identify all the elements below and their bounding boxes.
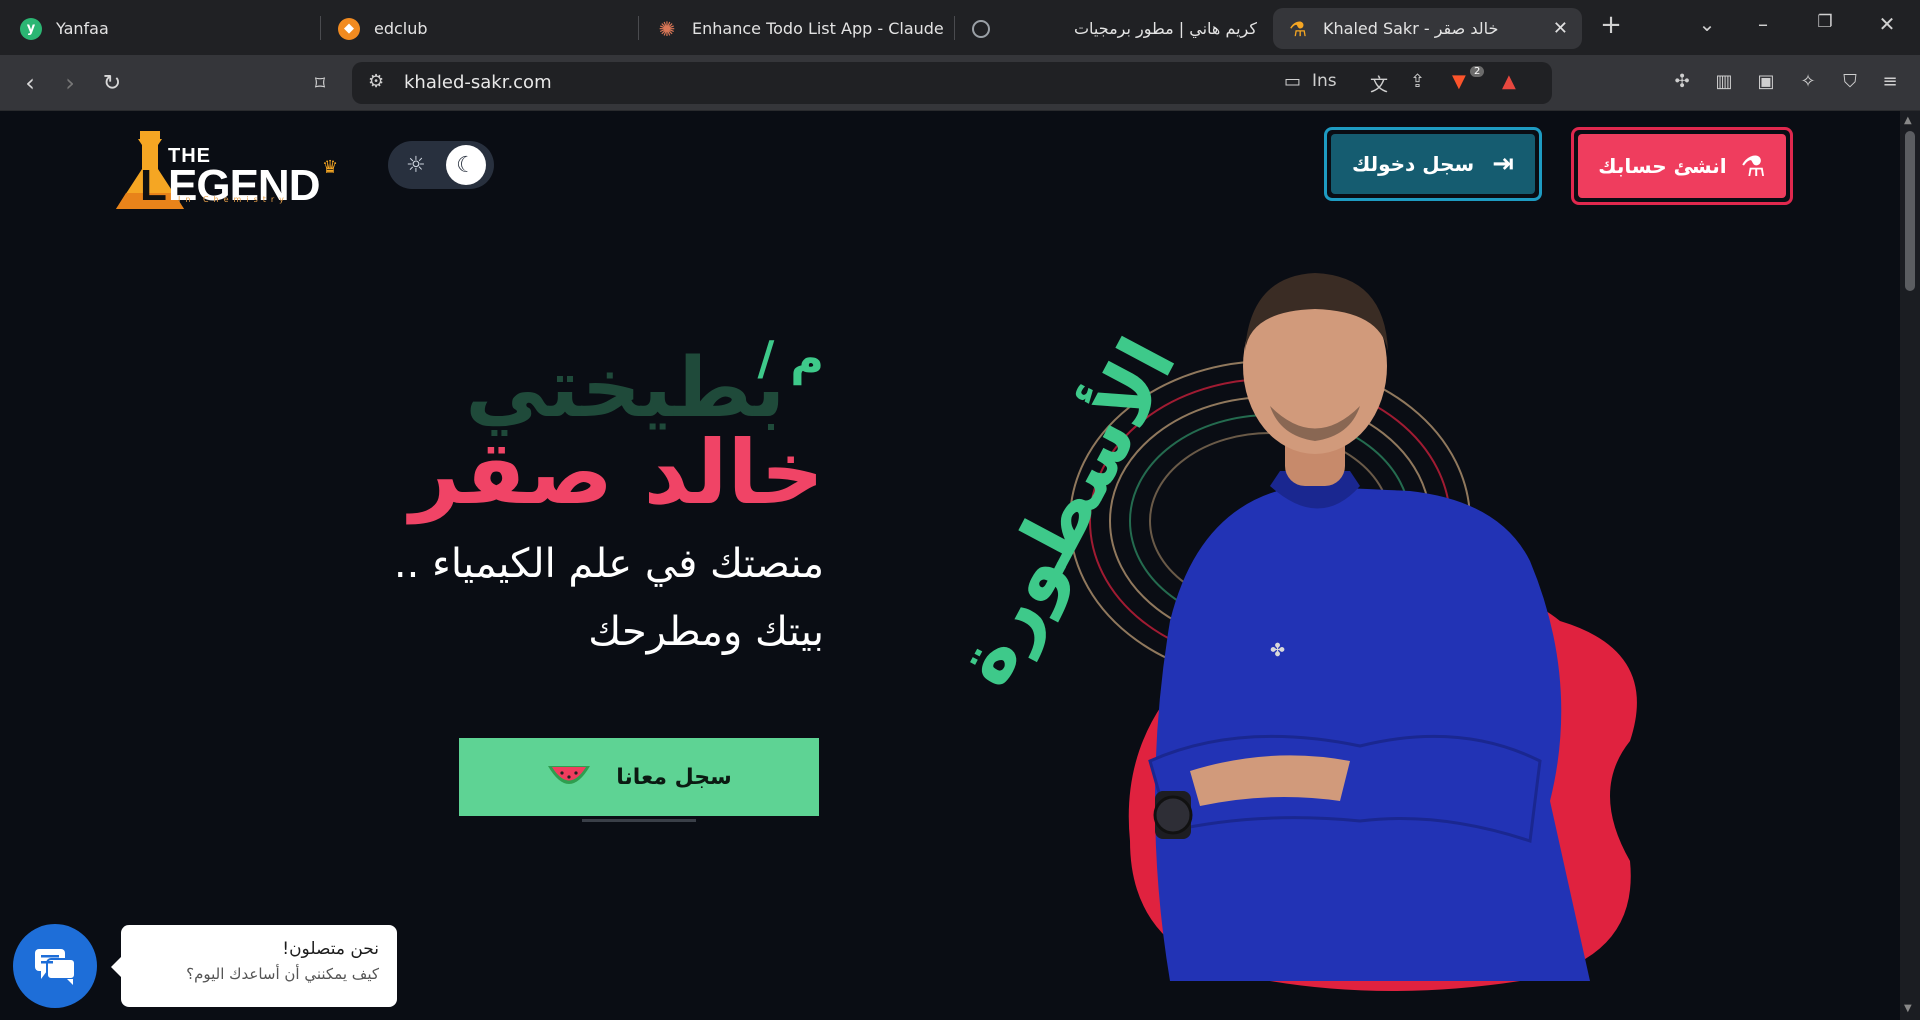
- svg-text:✤: ✤: [1270, 640, 1285, 661]
- tab-title: Yanfaa: [56, 19, 109, 38]
- brave-count-badge: 2: [1470, 66, 1485, 77]
- login-button[interactable]: سجل دخولك ⇥: [1324, 127, 1542, 201]
- cta-underline: [582, 819, 696, 822]
- hero-name: خالد صقر: [409, 421, 824, 524]
- cast-icon[interactable]: ▭: [1284, 71, 1301, 92]
- yanfaa-icon: y: [20, 17, 42, 40]
- person-figure: ✤: [1148, 273, 1590, 981]
- edclub-icon: ◆: [338, 17, 360, 40]
- hero-tagline-2: بيتك ومطرحك: [588, 609, 824, 655]
- logo-wordmark: THE EGEND: [168, 145, 320, 210]
- watermelon-icon: [548, 766, 591, 784]
- site-logo[interactable]: L THE EGEND ♛ In Chemistry: [110, 131, 350, 221]
- logo-letter: L: [140, 161, 167, 210]
- chat-greeting-bubble[interactable]: نحن متصلون! كيف يمكنني أن أساعدك اليوم؟: [111, 925, 397, 1007]
- art-word-legend: الأسطورة: [940, 324, 1194, 700]
- crown-icon: ♛: [322, 157, 339, 178]
- tab-title: edclub: [374, 19, 428, 38]
- new-tab-button[interactable]: +: [1596, 10, 1626, 40]
- login-arrow-icon: ⇥: [1492, 149, 1515, 179]
- brave-shields-icon[interactable]: ▼: [1452, 71, 1466, 92]
- tab-yanfaa[interactable]: y Yanfaa: [20, 8, 109, 49]
- leo-ai-icon[interactable]: ✧: [1796, 71, 1820, 95]
- page-content: L THE EGEND ♛ In Chemistry ☼ ☾ سجل دخولك…: [0, 111, 1900, 1020]
- scroll-down-icon[interactable]: ▼: [1904, 1003, 1912, 1014]
- hero-portrait-illustration: الأسطورة ✤: [940, 273, 1637, 991]
- close-tab-icon[interactable]: ✕: [1553, 18, 1568, 39]
- register-cta-button[interactable]: سجل معانا: [459, 738, 819, 816]
- login-label: سجل دخولك: [1351, 152, 1475, 176]
- close-window-button[interactable]: ✕: [1872, 12, 1902, 36]
- claude-icon: ✺: [658, 16, 676, 41]
- moon-icon[interactable]: ☾: [446, 145, 486, 185]
- translate-icon[interactable]: 文: [1370, 71, 1388, 97]
- cta-label: سجل معانا: [616, 764, 732, 790]
- chat-icon: [35, 949, 76, 985]
- tab-separator: [638, 16, 639, 40]
- tab-khaled-sakr[interactable]: ⚗ Khaled Sakr - خالد صقر ✕: [1273, 8, 1582, 49]
- browser-toolbar: ‹ › ↻ ⌑ ⚙ khaled-sakr.com ▭ Ins 文 ⇪ ▼ 2 …: [0, 55, 1920, 111]
- globe-icon: [972, 19, 990, 38]
- tab-title: Khaled Sakr - خالد صقر: [1323, 19, 1499, 38]
- logo-subtitle: In Chemistry: [178, 195, 289, 204]
- flask-icon: ⚗: [1289, 16, 1307, 41]
- tab-separator: [954, 16, 955, 40]
- chat-title: نحن متصلون!: [282, 939, 379, 959]
- hero-title-prefix: م /: [757, 331, 824, 385]
- share-icon[interactable]: ⇪: [1410, 71, 1425, 92]
- scroll-up-icon[interactable]: ▲: [1904, 115, 1912, 126]
- page-scrollbar[interactable]: ▲ ▼: [1900, 111, 1920, 1020]
- bookmark-icon[interactable]: ⌑: [304, 67, 336, 99]
- address-bar[interactable]: ⚙ khaled-sakr.com ▭ Ins 文 ⇪ ▼ 2 ▲: [352, 62, 1552, 104]
- site-settings-icon[interactable]: ⚙: [368, 71, 384, 92]
- tab-title: كريم هاني | مطور برمجيات: [1073, 19, 1257, 38]
- menu-icon[interactable]: ≡: [1878, 71, 1902, 95]
- browser-tab-bar: y Yanfaa ◆ edclub ✺ Enhance Todo List Ap…: [0, 0, 1920, 55]
- sidebar-icon[interactable]: ▥: [1712, 71, 1736, 95]
- chat-subtitle: كيف يمكنني أن أساعدك اليوم؟: [186, 965, 379, 983]
- signup-button[interactable]: انشئ حسابك ⚗: [1571, 127, 1793, 205]
- reload-icon[interactable]: ↻: [96, 67, 128, 99]
- url-text[interactable]: khaled-sakr.com: [404, 72, 552, 93]
- live-chat-button[interactable]: [13, 924, 97, 1008]
- sun-icon[interactable]: ☼: [406, 153, 426, 178]
- restore-button[interactable]: ❐: [1810, 12, 1840, 32]
- tab-karim[interactable]: كريم هاني | مطور برمجيات: [972, 8, 1257, 49]
- tab-list-chevron-icon[interactable]: ⌄: [1692, 12, 1722, 36]
- scroll-thumb[interactable]: [1905, 131, 1915, 291]
- minimize-button[interactable]: –: [1748, 12, 1778, 36]
- omnibox-badge[interactable]: Ins: [1312, 71, 1337, 91]
- theme-toggle[interactable]: ☼ ☾: [388, 141, 494, 189]
- tab-claude[interactable]: ✺ Enhance Todo List App - Claude: [656, 8, 944, 49]
- signup-label: انشئ حسابك: [1598, 154, 1727, 178]
- brave-rewards-icon[interactable]: ▲: [1502, 71, 1516, 92]
- extensions-icon[interactable]: ✣: [1670, 71, 1694, 95]
- tab-title: Enhance Todo List App - Claude: [692, 19, 944, 38]
- tab-separator: [320, 16, 321, 40]
- forward-icon[interactable]: ›: [54, 67, 86, 99]
- wallet-icon[interactable]: ▣: [1754, 71, 1778, 95]
- vpn-icon[interactable]: ⛉: [1838, 71, 1862, 95]
- hero-tagline-1: منصتك في علم الكيمياء ..: [393, 541, 824, 587]
- flask-palm-icon: ⚗: [1740, 149, 1766, 183]
- back-icon[interactable]: ‹: [14, 67, 46, 99]
- tab-edclub[interactable]: ◆ edclub: [338, 8, 428, 49]
